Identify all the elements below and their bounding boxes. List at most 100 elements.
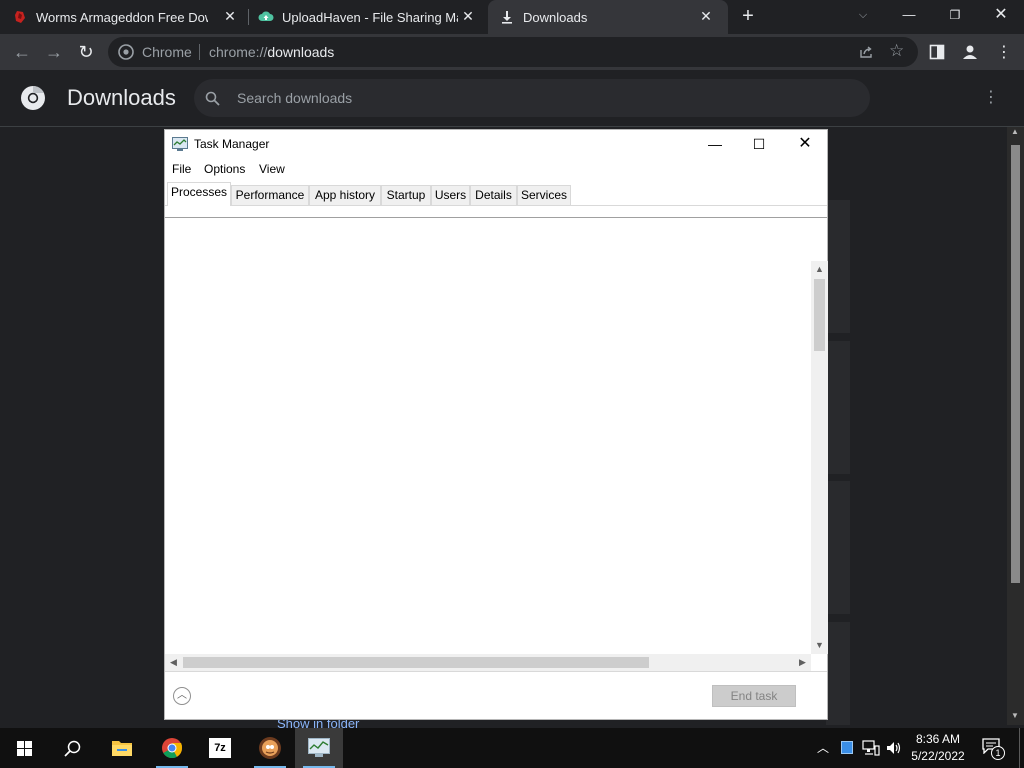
menu-options[interactable]: Options [204, 162, 245, 176]
tab-title: Worms Armageddon Free Downl [36, 9, 208, 25]
show-desktop-button[interactable] [1019, 728, 1020, 768]
scroll-right-arrow-icon[interactable]: ▶ [794, 654, 811, 671]
browser-tab-strip: Worms Armageddon Free Downl ✕ UploadHave… [0, 0, 1024, 34]
task-manager-titlebar[interactable]: Task Manager — ☐ ✕ [165, 130, 827, 158]
tab-performance[interactable]: Performance [231, 185, 309, 205]
tab-title: UploadHaven - File Sharing Made [282, 9, 458, 25]
task-manager-app-icon [172, 137, 188, 151]
menu-view[interactable]: View [259, 162, 285, 176]
omnibox-url[interactable]: chrome://downloads [209, 44, 334, 60]
tab-startup[interactable]: Startup [381, 185, 431, 205]
chrome-menu-kebab-icon[interactable]: ⋮ [996, 42, 1012, 62]
url-prefix: chrome:// [209, 44, 268, 60]
action-center-button[interactable]: 1 [982, 738, 1005, 760]
volume-speaker-icon[interactable] [885, 740, 903, 756]
tab-title: Downloads [523, 9, 588, 25]
browser-toolbar: ← → ↻ Chrome chrome://downloads ☆ ⋮ [0, 34, 1024, 70]
profile-avatar-icon[interactable] [961, 43, 979, 61]
restore-window-button[interactable]: ❐ [932, 0, 978, 30]
process-list-vertical-scrollbar[interactable]: ▲ ▼ [811, 261, 828, 654]
process-list[interactable] [165, 218, 811, 654]
tab-services[interactable]: Services [517, 185, 571, 205]
close-tab-icon[interactable]: ✕ [222, 8, 238, 24]
process-list-horizontal-scrollbar[interactable]: ◀ ▶ [165, 654, 811, 671]
tab-worms-armageddon[interactable]: Worms Armageddon Free Downl ✕ [12, 0, 248, 34]
taskbar-search-button[interactable] [48, 728, 96, 768]
chrome-logo-icon [162, 738, 183, 759]
close-tab-icon[interactable]: ✕ [460, 8, 476, 24]
clock-date: 5/22/2022 [911, 749, 965, 763]
windows-logo-icon [17, 741, 32, 756]
url-host: downloads [267, 44, 335, 60]
clock-time: 8:36 AM [915, 732, 961, 746]
downloads-header: Downloads Search downloads ⋮ [0, 70, 1024, 127]
chrome-logo-icon [21, 85, 45, 110]
page-scrollbar[interactable]: ▲ ▼ [1007, 127, 1024, 725]
scroll-up-arrow-icon[interactable]: ▲ [811, 261, 828, 278]
minimize-button[interactable]: — [692, 130, 738, 158]
tab-uploadhaven[interactable]: UploadHaven - File Sharing Made ✕ [258, 0, 486, 34]
tab-processes[interactable]: Processes [167, 182, 231, 206]
download-item-card [826, 200, 850, 333]
share-icon[interactable] [858, 44, 874, 60]
worms-armageddon-icon [259, 737, 281, 759]
scroll-down-arrow-icon[interactable]: ▼ [1011, 711, 1019, 720]
downloads-more-kebab-icon[interactable]: ⋮ [983, 87, 999, 107]
file-explorer-taskbar-button[interactable] [98, 728, 146, 768]
worms-armageddon-taskbar-button[interactable] [246, 728, 294, 768]
tab-users[interactable]: Users [431, 185, 470, 205]
omnibox-separator [199, 44, 200, 60]
search-icon [205, 91, 220, 106]
vertical-scroll-thumb[interactable] [814, 279, 825, 351]
menu-file[interactable]: File [172, 162, 191, 176]
task-manager-icon [308, 738, 330, 757]
start-button[interactable] [0, 728, 48, 768]
close-window-button[interactable]: ✕ [978, 0, 1024, 30]
footer-divider [165, 671, 827, 672]
minimize-window-button[interactable]: — [886, 0, 932, 30]
scroll-up-arrow-icon[interactable]: ▲ [1011, 127, 1019, 136]
tab-separator [248, 9, 249, 25]
bookmark-star-icon[interactable]: ☆ [889, 41, 904, 61]
end-task-button[interactable]: End task [712, 685, 796, 707]
network-ethernet-icon[interactable] [862, 740, 880, 756]
download-item-card [826, 341, 850, 474]
search-icon [64, 740, 81, 757]
worms-favicon-icon [15, 11, 25, 23]
page-scrollbar-thumb[interactable] [1011, 145, 1020, 583]
side-panel-icon[interactable] [929, 44, 945, 60]
task-manager-taskbar-button[interactable] [295, 728, 343, 768]
fewer-details-chevron-up-icon[interactable]: ︿ [173, 687, 191, 705]
omnibox-scheme-label: Chrome [142, 44, 192, 60]
tab-app-history[interactable]: App history [309, 185, 381, 205]
windows-taskbar: 7z ︿ 8:36 AM 5/22/2022 1 [0, 728, 1024, 768]
download-item-card [826, 622, 850, 725]
horizontal-scroll-thumb[interactable] [183, 657, 649, 668]
scroll-down-arrow-icon[interactable]: ▼ [811, 637, 828, 654]
tab-search-chevron-icon[interactable]: ⌵ [840, 0, 886, 30]
uploadhaven-favicon-icon [258, 11, 274, 22]
taskbar-clock[interactable]: 8:36 AM 5/22/2022 [906, 731, 970, 765]
chrome-logo-icon [118, 44, 134, 60]
tab-details[interactable]: Details [470, 185, 517, 205]
maximize-button[interactable]: ☐ [736, 130, 782, 158]
new-tab-button[interactable]: + [738, 6, 758, 26]
omnibox[interactable]: Chrome chrome://downloads ☆ [108, 37, 918, 67]
chrome-taskbar-button[interactable] [148, 728, 196, 768]
forward-arrow-icon[interactable]: → [40, 38, 68, 66]
tab-downloads[interactable]: Downloads ✕ [488, 0, 728, 34]
page-title: Downloads [67, 85, 176, 110]
tray-app-icon[interactable] [841, 741, 853, 754]
close-tab-icon[interactable]: ✕ [698, 8, 714, 24]
back-arrow-icon[interactable]: ← [8, 38, 36, 66]
search-downloads-input[interactable]: Search downloads [194, 79, 870, 117]
download-icon [502, 11, 512, 24]
show-hidden-icons-chevron-icon[interactable]: ︿ [813, 728, 833, 768]
scroll-left-arrow-icon[interactable]: ◀ [165, 654, 182, 671]
search-placeholder: Search downloads [237, 90, 353, 106]
notification-count-badge: 1 [991, 746, 1005, 760]
download-item-card [826, 481, 850, 614]
close-button[interactable]: ✕ [782, 130, 828, 158]
7zip-taskbar-button[interactable]: 7z [196, 728, 244, 768]
reload-icon[interactable]: ↻ [72, 38, 100, 66]
